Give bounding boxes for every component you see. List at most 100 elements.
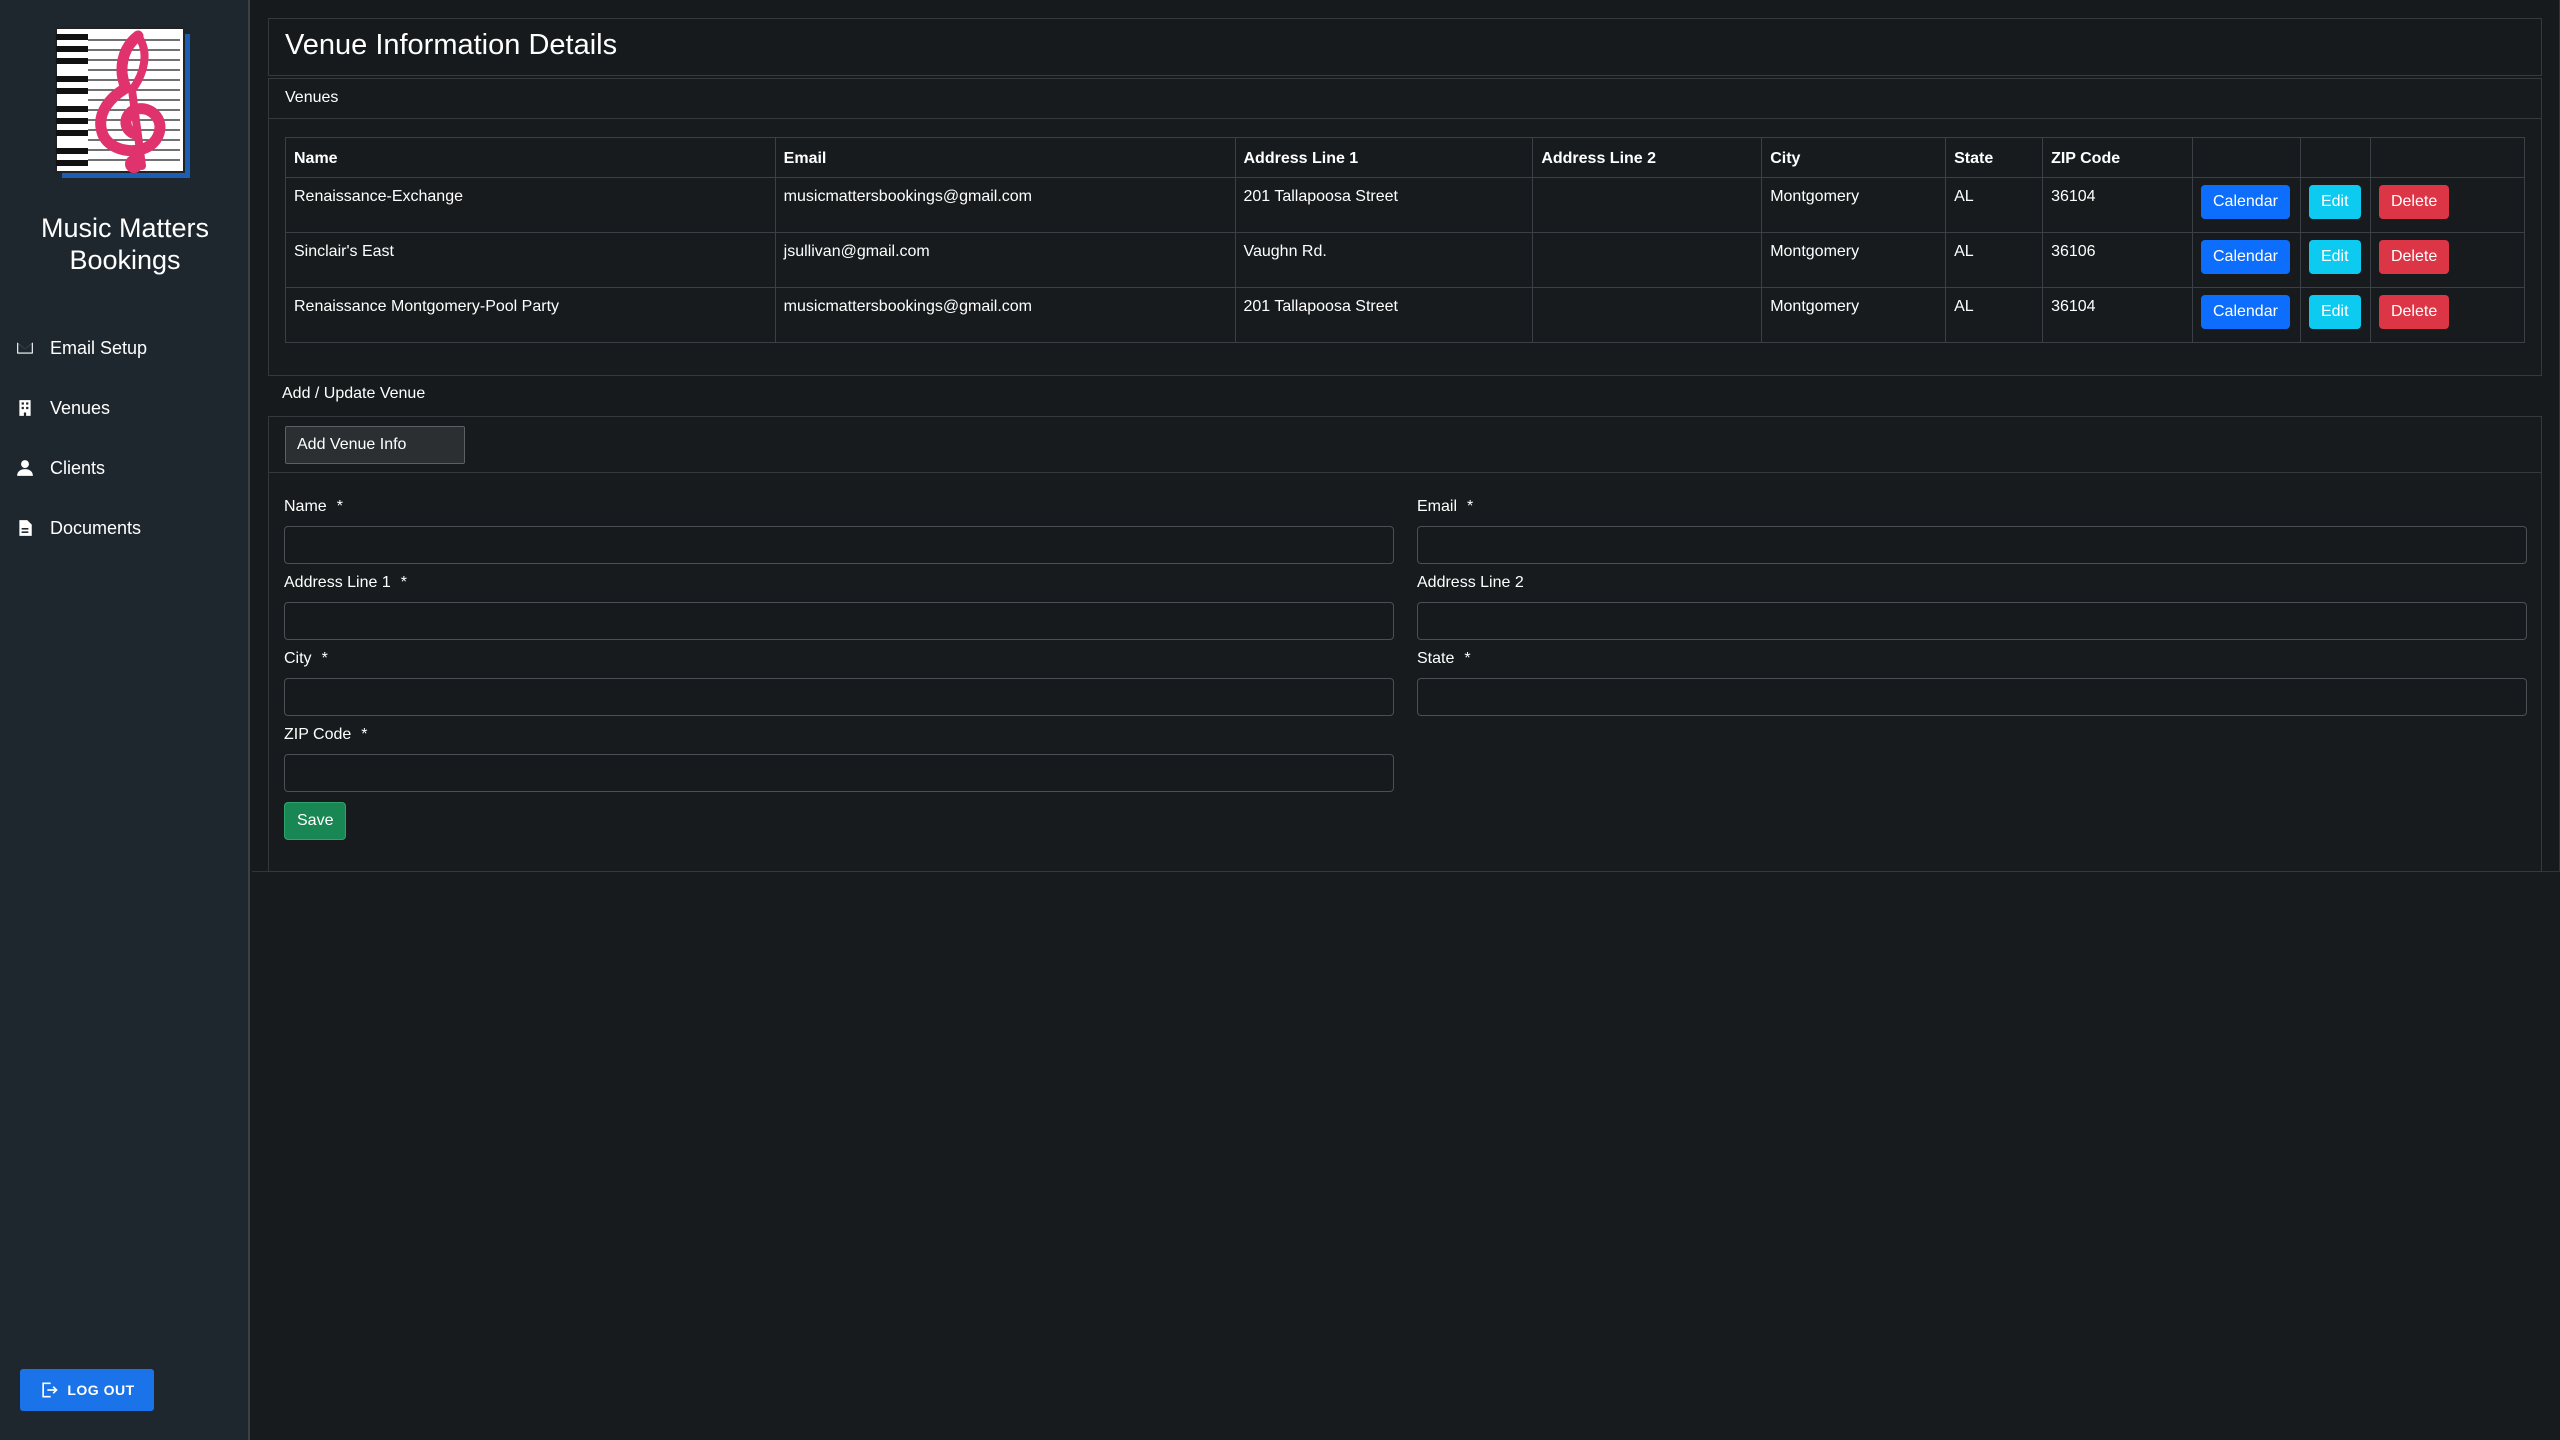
- sidebar-item-email-setup[interactable]: Email Setup: [0, 318, 250, 378]
- sidebar-item-venues[interactable]: Venues: [0, 378, 250, 438]
- venues-header: Venues: [269, 79, 2541, 119]
- cell-edit: Edit: [2299, 177, 2371, 233]
- address2-label: Address Line 2: [1417, 574, 1524, 591]
- cell-address1: 201 Tallapoosa Street: [1234, 287, 1534, 343]
- calendar-button[interactable]: Calendar: [2201, 185, 2290, 219]
- name-input[interactable]: [284, 526, 1394, 564]
- state-input[interactable]: [1417, 678, 2527, 716]
- state-label: State *: [1417, 650, 1471, 667]
- cell-email: musicmattersbookings@gmail.com: [774, 287, 1236, 343]
- zip-label: ZIP Code *: [284, 726, 368, 743]
- cell-edit: Edit: [2299, 287, 2371, 343]
- delete-button[interactable]: Delete: [2378, 295, 2450, 329]
- address1-label: Address Line 1 *: [284, 574, 407, 591]
- required-mark: *: [321, 650, 328, 667]
- logout-button[interactable]: LOG OUT: [20, 1369, 154, 1411]
- required-mark: *: [400, 574, 407, 591]
- cell-city: Montgomery: [1761, 177, 1947, 233]
- cell-state: AL: [1945, 287, 2044, 343]
- required-mark: *: [1467, 498, 1474, 515]
- sidebar-item-clients[interactable]: Clients: [0, 438, 250, 498]
- cell-edit: Edit: [2299, 232, 2371, 288]
- cell-zip: 36104: [2042, 177, 2193, 233]
- table-row: Renaissance Montgomery-Pool Party musicm…: [285, 287, 2526, 343]
- cell-calendar: Calendar: [2192, 177, 2301, 233]
- calendar-button[interactable]: Calendar: [2201, 295, 2290, 329]
- edit-button[interactable]: Edit: [2308, 295, 2361, 329]
- column-header-calendar: [2192, 137, 2301, 178]
- cell-zip: 36106: [2042, 232, 2193, 288]
- sidebar-item-label: Documents: [50, 517, 142, 538]
- treble-clef-piano-logo-icon: [55, 27, 190, 178]
- table-header-row: Name Email Address Line 1 Address Line 2…: [285, 137, 2526, 178]
- delete-button[interactable]: Delete: [2378, 185, 2450, 219]
- cell-name: Renaissance Montgomery-Pool Party: [285, 287, 776, 343]
- column-header-address2: Address Line 2: [1532, 137, 1763, 178]
- document-icon: [19, 520, 32, 536]
- cell-email: musicmattersbookings@gmail.com: [774, 177, 1236, 233]
- cell-name: Sinclair's East: [285, 232, 776, 288]
- column-header-email: Email: [774, 137, 1236, 178]
- cell-state: AL: [1945, 177, 2044, 233]
- envelope-icon: [17, 342, 33, 354]
- table-row: Renaissance-Exchange musicmattersbooking…: [285, 177, 2526, 233]
- email-label: Email *: [1417, 498, 1474, 515]
- save-button[interactable]: Save: [284, 802, 347, 840]
- calendar-button[interactable]: Calendar: [2201, 240, 2290, 274]
- cell-city: Montgomery: [1761, 287, 1947, 343]
- cell-city: Montgomery: [1761, 232, 1947, 288]
- form-section-title: Add / Update Venue: [282, 385, 426, 402]
- column-header-zip: ZIP Code: [2042, 137, 2193, 178]
- page-title: Venue Information Details: [268, 18, 2542, 76]
- sidebar-item-documents[interactable]: Documents: [0, 498, 250, 558]
- address1-field-group: Address Line 1 *: [284, 574, 1394, 640]
- logout-icon: [42, 1382, 59, 1398]
- address2-input[interactable]: [1417, 602, 2527, 640]
- edit-button[interactable]: Edit: [2308, 185, 2361, 219]
- column-header-delete: [2369, 137, 2526, 178]
- city-field-group: City *: [284, 650, 1394, 716]
- cell-address1: 201 Tallapoosa Street: [1234, 177, 1534, 233]
- sidebar-item-label: Venues: [50, 397, 111, 418]
- cell-address2: [1532, 232, 1763, 288]
- cell-address1: Vaughn Rd.: [1234, 232, 1534, 288]
- required-mark: *: [336, 498, 343, 515]
- brand-name: Music Matters Bookings: [40, 213, 210, 275]
- logout-label: LOG OUT: [67, 1382, 135, 1398]
- cell-email: jsullivan@gmail.com: [774, 232, 1236, 288]
- cell-state: AL: [1945, 232, 2044, 288]
- venues-card: Venues Name Email Address Line 1 Address…: [268, 78, 2542, 376]
- email-input[interactable]: [1417, 526, 2527, 564]
- edit-button[interactable]: Edit: [2308, 240, 2361, 274]
- required-mark: *: [1464, 650, 1471, 667]
- city-input[interactable]: [284, 678, 1394, 716]
- venue-form-card: Add Venue Info: [268, 416, 2542, 872]
- column-header-state: State: [1945, 137, 2044, 178]
- name-field-group: Name *: [284, 498, 1394, 564]
- venues-table: Name Email Address Line 1 Address Line 2…: [285, 137, 2526, 343]
- cell-delete: Delete: [2369, 232, 2526, 288]
- cell-delete: Delete: [2369, 287, 2526, 343]
- cell-calendar: Calendar: [2192, 287, 2301, 343]
- cell-zip: 36104: [2042, 287, 2193, 343]
- name-label: Name *: [284, 498, 343, 515]
- column-header-address1: Address Line 1: [1234, 137, 1534, 178]
- sidebar-item-label: Email Setup: [50, 337, 148, 358]
- building-icon: [19, 400, 31, 416]
- state-field-group: State *: [1417, 650, 2527, 716]
- cell-address2: [1532, 177, 1763, 233]
- form-tab-row: Add Venue Info: [269, 417, 2541, 473]
- sidebar: Music Matters Bookings Email Setup Venue…: [0, 0, 250, 1440]
- sidebar-nav: Email Setup Venues Clients Documents: [0, 318, 250, 558]
- sidebar-item-label: Clients: [50, 457, 106, 478]
- email-field-group: Email *: [1417, 498, 2527, 564]
- address1-input[interactable]: [284, 602, 1394, 640]
- delete-button[interactable]: Delete: [2378, 240, 2450, 274]
- tab-add-venue-info[interactable]: Add Venue Info: [285, 426, 465, 464]
- table-row: Sinclair's East jsullivan@gmail.com Vaug…: [285, 232, 2526, 288]
- required-mark: *: [361, 726, 368, 743]
- person-icon: [17, 460, 33, 476]
- address2-field-group: Address Line 2: [1417, 574, 2527, 640]
- column-header-name: Name: [285, 137, 776, 178]
- zip-input[interactable]: [284, 754, 1394, 792]
